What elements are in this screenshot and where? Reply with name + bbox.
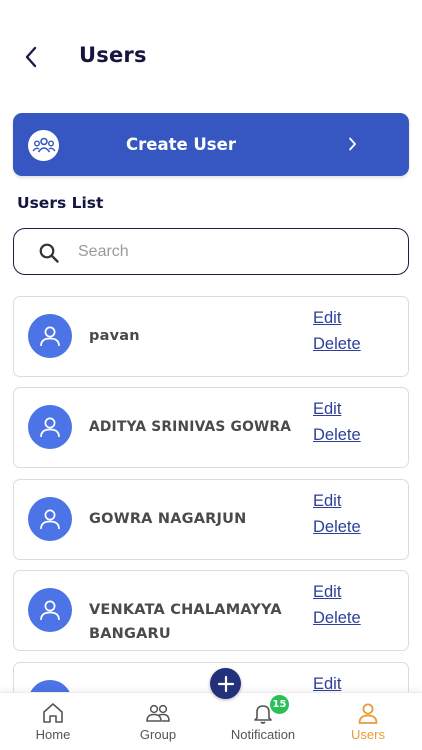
back-button[interactable] bbox=[18, 42, 44, 72]
chevron-left-icon bbox=[25, 46, 37, 68]
nav-item-users[interactable]: Users bbox=[318, 693, 418, 750]
edit-link[interactable]: Edit bbox=[313, 400, 341, 419]
create-user-label: Create User bbox=[126, 135, 236, 154]
search-icon bbox=[39, 243, 59, 263]
avatar bbox=[28, 588, 72, 632]
edit-link[interactable]: Edit bbox=[313, 492, 341, 511]
edit-link[interactable]: Edit bbox=[313, 583, 341, 602]
delete-link[interactable]: Delete bbox=[313, 426, 361, 445]
edit-link[interactable]: Edit bbox=[313, 309, 341, 328]
user-card[interactable]: ADITYA SRINIVAS GOWRA Edit Delete bbox=[13, 387, 409, 468]
user-name: VENKATA CHALAMAYYA BANGARU bbox=[89, 602, 282, 642]
user-name: ADITYA SRINIVAS GOWRA bbox=[89, 419, 292, 435]
bottom-nav: Home Group Notification Users bbox=[0, 692, 422, 750]
nav-item-home[interactable]: Home bbox=[3, 693, 103, 750]
user-icon bbox=[40, 417, 60, 438]
user-name: pavan bbox=[89, 328, 140, 344]
add-button[interactable] bbox=[210, 668, 241, 699]
delete-link[interactable]: Delete bbox=[313, 609, 361, 628]
header: Users bbox=[0, 0, 422, 110]
user-card[interactable]: VENKATA CHALAMAYYA BANGARU Edit Delete bbox=[13, 570, 409, 651]
nav-item-notification[interactable]: Notification bbox=[213, 693, 313, 750]
create-user-button[interactable]: Create User bbox=[13, 113, 409, 176]
home-icon bbox=[43, 703, 63, 723]
user-icon bbox=[40, 600, 60, 621]
nav-label: Notification bbox=[230, 727, 296, 742]
delete-link[interactable]: Delete bbox=[313, 335, 361, 354]
group-icon bbox=[146, 704, 170, 722]
delete-link[interactable]: Delete bbox=[313, 518, 361, 537]
avatar bbox=[28, 497, 72, 541]
user-icon bbox=[40, 326, 60, 347]
user-name: GOWRA NAGARJUN bbox=[89, 511, 247, 527]
search-box bbox=[13, 228, 409, 275]
plus-icon bbox=[217, 675, 234, 692]
user-icon bbox=[40, 509, 60, 530]
avatar bbox=[28, 314, 72, 358]
user-card[interactable]: pavan Edit Delete bbox=[13, 296, 409, 377]
nav-label: Group bbox=[139, 727, 177, 742]
search-input[interactable] bbox=[78, 239, 388, 265]
chevron-right-icon bbox=[349, 137, 356, 151]
notification-badge: 15 bbox=[270, 695, 289, 714]
users-list-title: Users List bbox=[17, 194, 104, 212]
user-icon bbox=[358, 703, 378, 724]
nav-label: Home bbox=[35, 727, 71, 742]
user-card[interactable]: GOWRA NAGARJUN Edit Delete bbox=[13, 479, 409, 560]
nav-label: Users bbox=[351, 727, 385, 742]
nav-item-group[interactable]: Group bbox=[108, 693, 208, 750]
avatar bbox=[28, 405, 72, 449]
page-title: Users bbox=[79, 43, 147, 67]
